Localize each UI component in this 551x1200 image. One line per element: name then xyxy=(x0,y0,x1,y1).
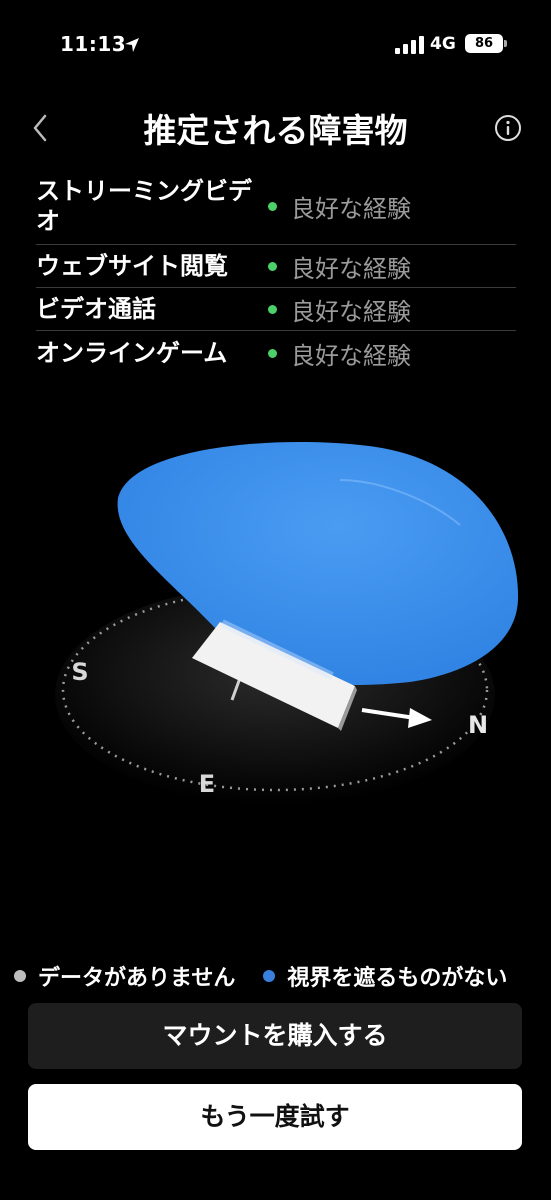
retry-button[interactable]: もう一度試す xyxy=(28,1084,522,1150)
compass-north-label: N xyxy=(468,711,488,739)
experience-status-label: 良好な経験 xyxy=(291,297,411,326)
compass-south-label: S xyxy=(71,658,88,686)
network-type: 4G xyxy=(430,34,456,54)
good-status-dot xyxy=(268,261,277,271)
cellular-signal-icon xyxy=(395,36,424,54)
legend-item-no-obstruction: 視界を遮るものがない xyxy=(263,960,507,992)
buy-mount-button[interactable]: マウントを購入する xyxy=(28,1003,522,1069)
experience-status: 良好な経験 xyxy=(268,292,411,327)
legend-gray-dot xyxy=(14,970,26,982)
experience-row: ビデオ通話 良好な経験 xyxy=(36,288,516,331)
legend-label: 視界を遮るものがない xyxy=(287,966,508,991)
experience-row: ストリーミングビデオ 良好な経験 xyxy=(36,168,516,245)
status-bar: 11:13 4G 86 xyxy=(0,0,551,80)
experience-status: 良好な経験 xyxy=(268,189,411,224)
legend-item-no-data: データがありません xyxy=(14,960,235,992)
good-status-dot xyxy=(268,348,277,358)
legend-label: データがありません xyxy=(38,966,236,991)
battery-indicator: 86 xyxy=(465,34,507,53)
info-icon[interactable] xyxy=(494,114,522,142)
compass-east-label: E xyxy=(199,770,215,798)
page-title: 推定される障害物 xyxy=(143,111,408,150)
experience-status-label: 良好な経験 xyxy=(291,194,411,223)
experience-name: オンラインゲーム xyxy=(36,339,228,367)
legend-blue-dot xyxy=(263,970,276,982)
legend: データがありません 視界を遮るものがない xyxy=(14,960,544,992)
good-status-dot xyxy=(268,201,277,211)
experience-row: ウェブサイト閲覧 良好な経験 xyxy=(36,245,516,288)
obstruction-visualization: S E W N xyxy=(55,442,519,805)
experience-status-label: 良好な経験 xyxy=(291,254,411,283)
experience-status: 良好な経験 xyxy=(268,249,411,284)
experience-name: ウェブサイト閲覧 xyxy=(36,252,228,280)
experience-row: オンラインゲーム 良好な経験 xyxy=(36,331,516,375)
experience-status-label: 良好な経験 xyxy=(291,341,411,370)
experience-list: ストリーミングビデオ 良好な経験 ウェブサイト閲覧 良好な経験 ビデオ通話 良好… xyxy=(36,168,516,375)
experience-status: 良好な経験 xyxy=(268,336,411,371)
experience-name: ストリーミングビデオ xyxy=(36,177,252,235)
good-status-dot xyxy=(268,304,277,314)
status-time: 11:13 xyxy=(60,32,127,56)
location-arrow-icon xyxy=(125,38,139,52)
experience-name: ビデオ通話 xyxy=(36,295,156,323)
